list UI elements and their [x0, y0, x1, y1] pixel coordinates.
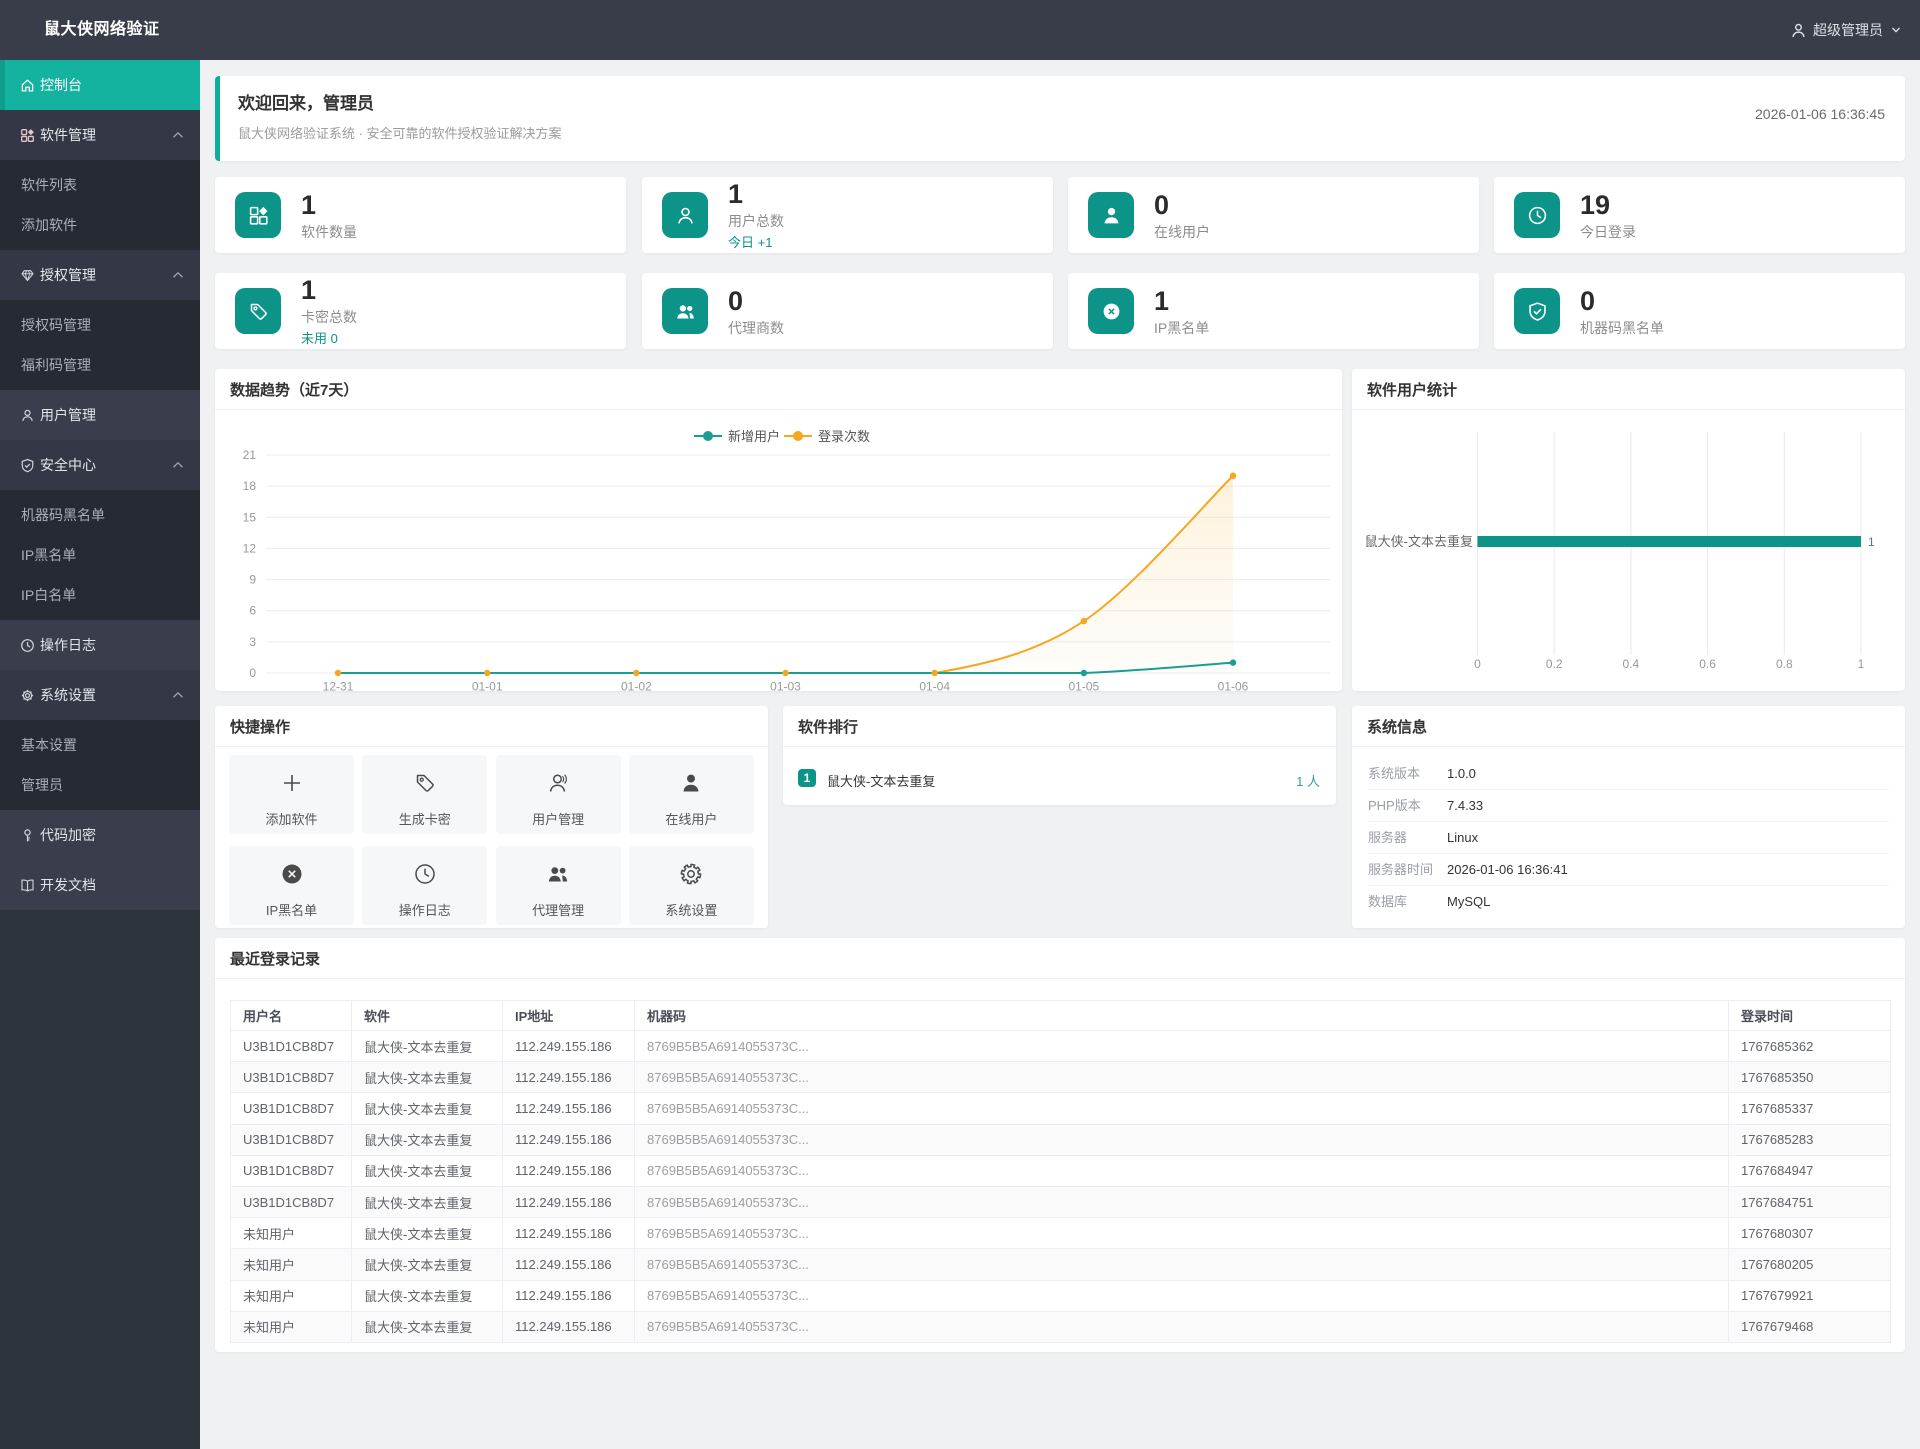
svg-text:1: 1 — [1868, 535, 1875, 549]
svg-text:01-03: 01-03 — [770, 680, 801, 692]
svg-text:3: 3 — [249, 635, 256, 649]
svg-text:21: 21 — [243, 448, 257, 462]
svg-text:01-01: 01-01 — [472, 680, 503, 692]
svg-text:新增用户: 新增用户 — [728, 429, 780, 444]
svg-text:01-02: 01-02 — [621, 680, 652, 692]
svg-text:0.6: 0.6 — [1699, 657, 1716, 671]
svg-text:鼠大侠-文本去重复: 鼠大侠-文本去重复 — [1365, 534, 1473, 549]
svg-text:0.8: 0.8 — [1776, 657, 1793, 671]
svg-text:12-31: 12-31 — [323, 680, 354, 692]
svg-text:1: 1 — [1858, 657, 1865, 671]
svg-text:0: 0 — [1474, 657, 1481, 671]
svg-text:0.2: 0.2 — [1546, 657, 1563, 671]
svg-text:0.4: 0.4 — [1623, 657, 1640, 671]
svg-text:01-04: 01-04 — [919, 680, 950, 692]
svg-text:12: 12 — [243, 541, 257, 555]
svg-text:01-06: 01-06 — [1218, 680, 1249, 692]
svg-text:0: 0 — [249, 666, 256, 680]
svg-text:登录次数: 登录次数 — [818, 429, 870, 444]
svg-text:9: 9 — [249, 573, 256, 587]
svg-text:6: 6 — [249, 604, 256, 618]
svg-text:01-05: 01-05 — [1068, 680, 1099, 692]
svg-text:18: 18 — [243, 479, 257, 493]
svg-text:15: 15 — [243, 510, 257, 524]
